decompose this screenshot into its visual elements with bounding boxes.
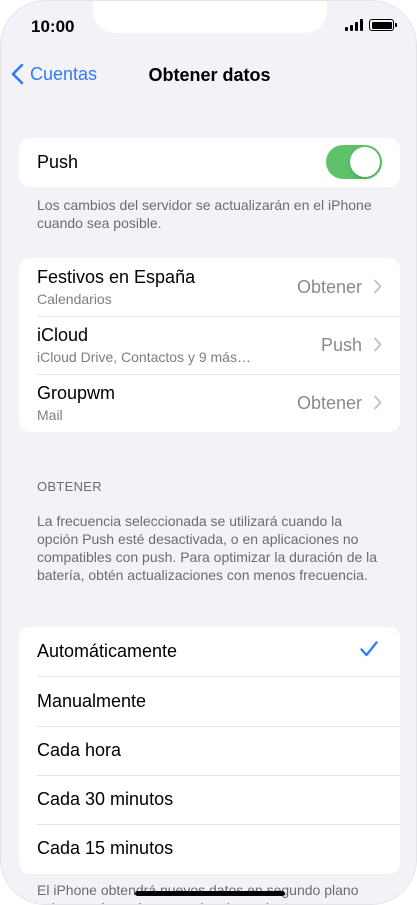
status-icons <box>345 19 397 31</box>
push-label: Push <box>37 152 79 172</box>
account-row[interactable]: iCloud iCloud Drive, Contactos y 9 más… … <box>19 316 400 374</box>
push-toggle[interactable] <box>326 145 382 179</box>
fetch-options-card: Automáticamente Manualmente Cada hora Ca… <box>19 627 400 874</box>
fetch-option-label: Cada 30 minutos <box>37 789 174 809</box>
account-fetch-value: Push <box>320 335 362 355</box>
push-footnote: Los cambios del servidor se actualizarán… <box>37 197 372 231</box>
account-name: Groupwm <box>37 383 116 403</box>
status-time: 10:00 <box>31 17 75 36</box>
push-card: Push <box>19 138 400 187</box>
chevron-right-icon <box>374 279 382 294</box>
battery-icon <box>369 19 397 31</box>
fetch-option-label: Cada 15 minutos <box>37 838 174 858</box>
fetch-option-15-min[interactable]: Cada 15 minutos <box>19 824 400 874</box>
signal-icon <box>345 19 363 31</box>
toggle-knob <box>350 147 380 177</box>
navigation-bar: Cuentas Obtener datos <box>1 57 416 93</box>
chevron-right-icon <box>374 395 382 410</box>
account-detail: Calendarios <box>37 291 112 307</box>
fetch-section-header: OBTENER <box>37 479 102 494</box>
fetch-description: La frecuencia seleccionada se utilizará … <box>37 513 378 583</box>
home-indicator[interactable] <box>135 891 285 896</box>
account-name: iCloud <box>37 325 89 345</box>
account-row[interactable]: Groupwm Mail Obtener <box>19 374 400 432</box>
checkmark-icon <box>360 641 378 657</box>
account-row[interactable]: Festivos en España Calendarios Obtener <box>19 258 400 316</box>
push-row: Push <box>19 138 400 187</box>
account-detail: Mail <box>37 407 63 423</box>
account-name: Festivos en España <box>37 267 196 287</box>
account-fetch-value: Obtener <box>296 393 362 413</box>
account-detail: iCloud Drive, Contactos y 9 más… <box>37 349 251 365</box>
fetch-option-manual[interactable]: Manualmente <box>19 676 400 726</box>
fetch-option-30-min[interactable]: Cada 30 minutos <box>19 775 400 824</box>
chevron-right-icon <box>374 337 382 352</box>
fetch-option-hourly[interactable]: Cada hora <box>19 726 400 775</box>
fetch-option-label: Automáticamente <box>37 641 178 661</box>
phone-screen: 10:00 Cuentas Obtener datos Push Los cam… <box>0 0 417 905</box>
account-fetch-value: Obtener <box>296 277 362 297</box>
fetch-option-label: Cada hora <box>37 740 122 760</box>
fetch-option-automatic[interactable]: Automáticamente <box>19 627 400 676</box>
accounts-card: Festivos en España Calendarios Obtener i… <box>19 258 400 432</box>
notch <box>93 1 327 33</box>
fetch-option-label: Manualmente <box>37 691 147 711</box>
page-title: Obtener datos <box>148 65 271 85</box>
